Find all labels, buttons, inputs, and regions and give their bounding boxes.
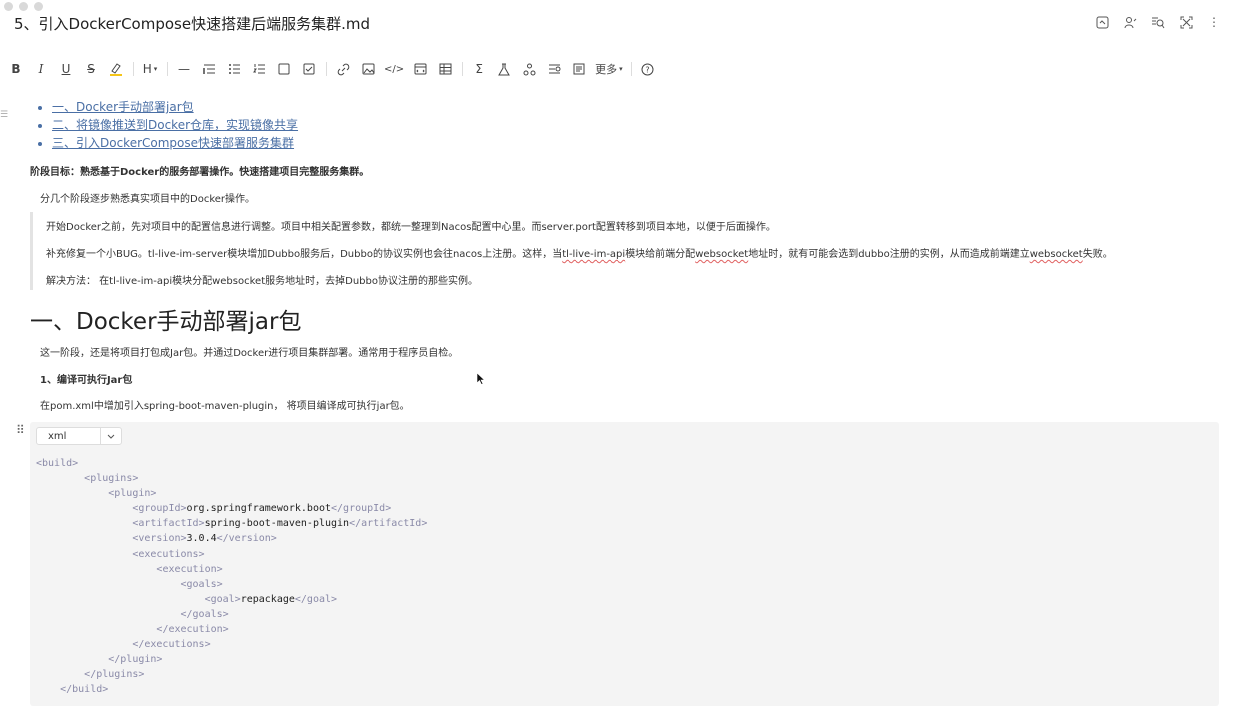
subsection-heading: 1、编译可执行Jar包 (40, 375, 133, 386)
drag-handle-icon[interactable]: ⠿ (16, 423, 25, 437)
quote-paragraph-2: 补充修复一个小BUG。tl-live-im-server模块增加Dubbo服务后… (46, 249, 1113, 260)
toolbar-separator (133, 62, 134, 76)
toc-link[interactable]: 二、将镜像推送到Docker仓库，实现镜像共享 (52, 118, 298, 132)
toolbar-separator (462, 62, 464, 76)
more-options-icon[interactable]: ⋮ (1206, 14, 1222, 30)
italic-button[interactable]: I (31, 59, 51, 79)
toolbar-separator (326, 62, 327, 76)
flask-icon[interactable] (494, 59, 514, 79)
editor-content: 一、Docker手动部署jar包 二、将镜像推送到Docker仓库，实现镜像共享… (0, 90, 1236, 720)
share-icon[interactable] (1094, 14, 1110, 30)
horizontal-rule-button[interactable]: — (174, 59, 194, 79)
flowchart-icon[interactable] (544, 59, 564, 79)
quote-paragraph-3: 解决方法： 在tl-live-im-api模块分配websocket服务地址时，… (46, 276, 478, 287)
toc-icon[interactable] (569, 59, 589, 79)
title-actions: ⋮ (1094, 14, 1222, 30)
formula-button[interactable]: Σ (469, 59, 489, 79)
highlight-button[interactable] (106, 59, 126, 79)
heading-dropdown[interactable]: H ▾ (140, 59, 160, 79)
bold-button[interactable]: B (6, 59, 26, 79)
mouse-cursor-icon (476, 372, 486, 388)
quote-paragraph-1: 开始Docker之前，先对项目中的配置信息进行调整。项目中相关配置参数，都统一整… (46, 222, 776, 233)
more-dropdown[interactable]: 更多 ▾ (594, 59, 624, 79)
code-block[interactable]: xml <build> <plugins> <plugin> <groupId>… (30, 422, 1219, 706)
toc-item[interactable]: 二、将镜像推送到Docker仓库，实现镜像共享 (52, 116, 298, 134)
strikethrough-button[interactable]: S (81, 59, 101, 79)
help-icon[interactable]: ? (638, 59, 658, 79)
close-window-button[interactable] (4, 2, 13, 11)
pom-paragraph: 在pom.xml中增加引入spring-boot-maven-plugin， 将… (40, 401, 410, 412)
editor-toolbar: B I U S H ▾ — </> Σ 更多 ▾ ? (0, 56, 1236, 82)
svg-text:?: ? (646, 65, 650, 74)
toc-item[interactable]: 三、引入DockerCompose快速部署服务集群 (52, 134, 298, 152)
section-paragraph: 这一阶段，还是将项目打包成Jar包。并通过Docker进行项目集群部署。通常用于… (40, 348, 459, 359)
window-controls[interactable] (4, 2, 43, 11)
task-list-button[interactable] (299, 59, 319, 79)
checkbox-button[interactable] (274, 59, 294, 79)
toc-link[interactable]: 一、Docker手动部署jar包 (52, 100, 194, 114)
document-title: 5、引入DockerCompose快速搭建后端服务集群.md (14, 15, 370, 33)
maximize-window-button[interactable] (34, 2, 43, 11)
bullet-list-button[interactable] (224, 59, 244, 79)
quote-button[interactable] (199, 59, 219, 79)
table-of-contents: 一、Docker手动部署jar包 二、将镜像推送到Docker仓库，实现镜像共享… (38, 98, 298, 152)
image-button[interactable] (358, 59, 378, 79)
numbered-list-button[interactable] (249, 59, 269, 79)
collaborator-icon[interactable] (1122, 14, 1138, 30)
intro-paragraph: 分几个阶段逐步熟悉真实项目中的Docker操作。 (40, 194, 256, 205)
toc-item[interactable]: 一、Docker手动部署jar包 (52, 98, 298, 116)
code-block-button[interactable] (410, 59, 430, 79)
section-heading: 一、Docker手动部署jar包 (30, 309, 302, 335)
diagram-icon[interactable] (519, 59, 539, 79)
chevron-down-icon (100, 428, 121, 444)
stage-goal: 阶段目标：熟悉基于Docker的服务部署操作。快速搭建项目完整服务集群。 (30, 167, 370, 178)
toolbar-separator (167, 62, 168, 76)
toc-link[interactable]: 三、引入DockerCompose快速部署服务集群 (52, 136, 294, 150)
link-button[interactable] (333, 59, 353, 79)
title-bar: 5、引入DockerCompose快速搭建后端服务集群.md ⋮ (0, 0, 1236, 46)
search-replace-icon[interactable] (1150, 14, 1166, 30)
fullscreen-icon[interactable] (1178, 14, 1194, 30)
code-content[interactable]: <build> <plugins> <plugin> <groupId>org.… (36, 456, 427, 698)
language-select[interactable]: xml (36, 427, 122, 445)
toolbar-separator (630, 62, 632, 76)
minimize-window-button[interactable] (19, 2, 28, 11)
code-inline-button[interactable]: </> (383, 59, 405, 79)
table-button[interactable] (435, 59, 455, 79)
underline-button[interactable]: U (56, 59, 76, 79)
